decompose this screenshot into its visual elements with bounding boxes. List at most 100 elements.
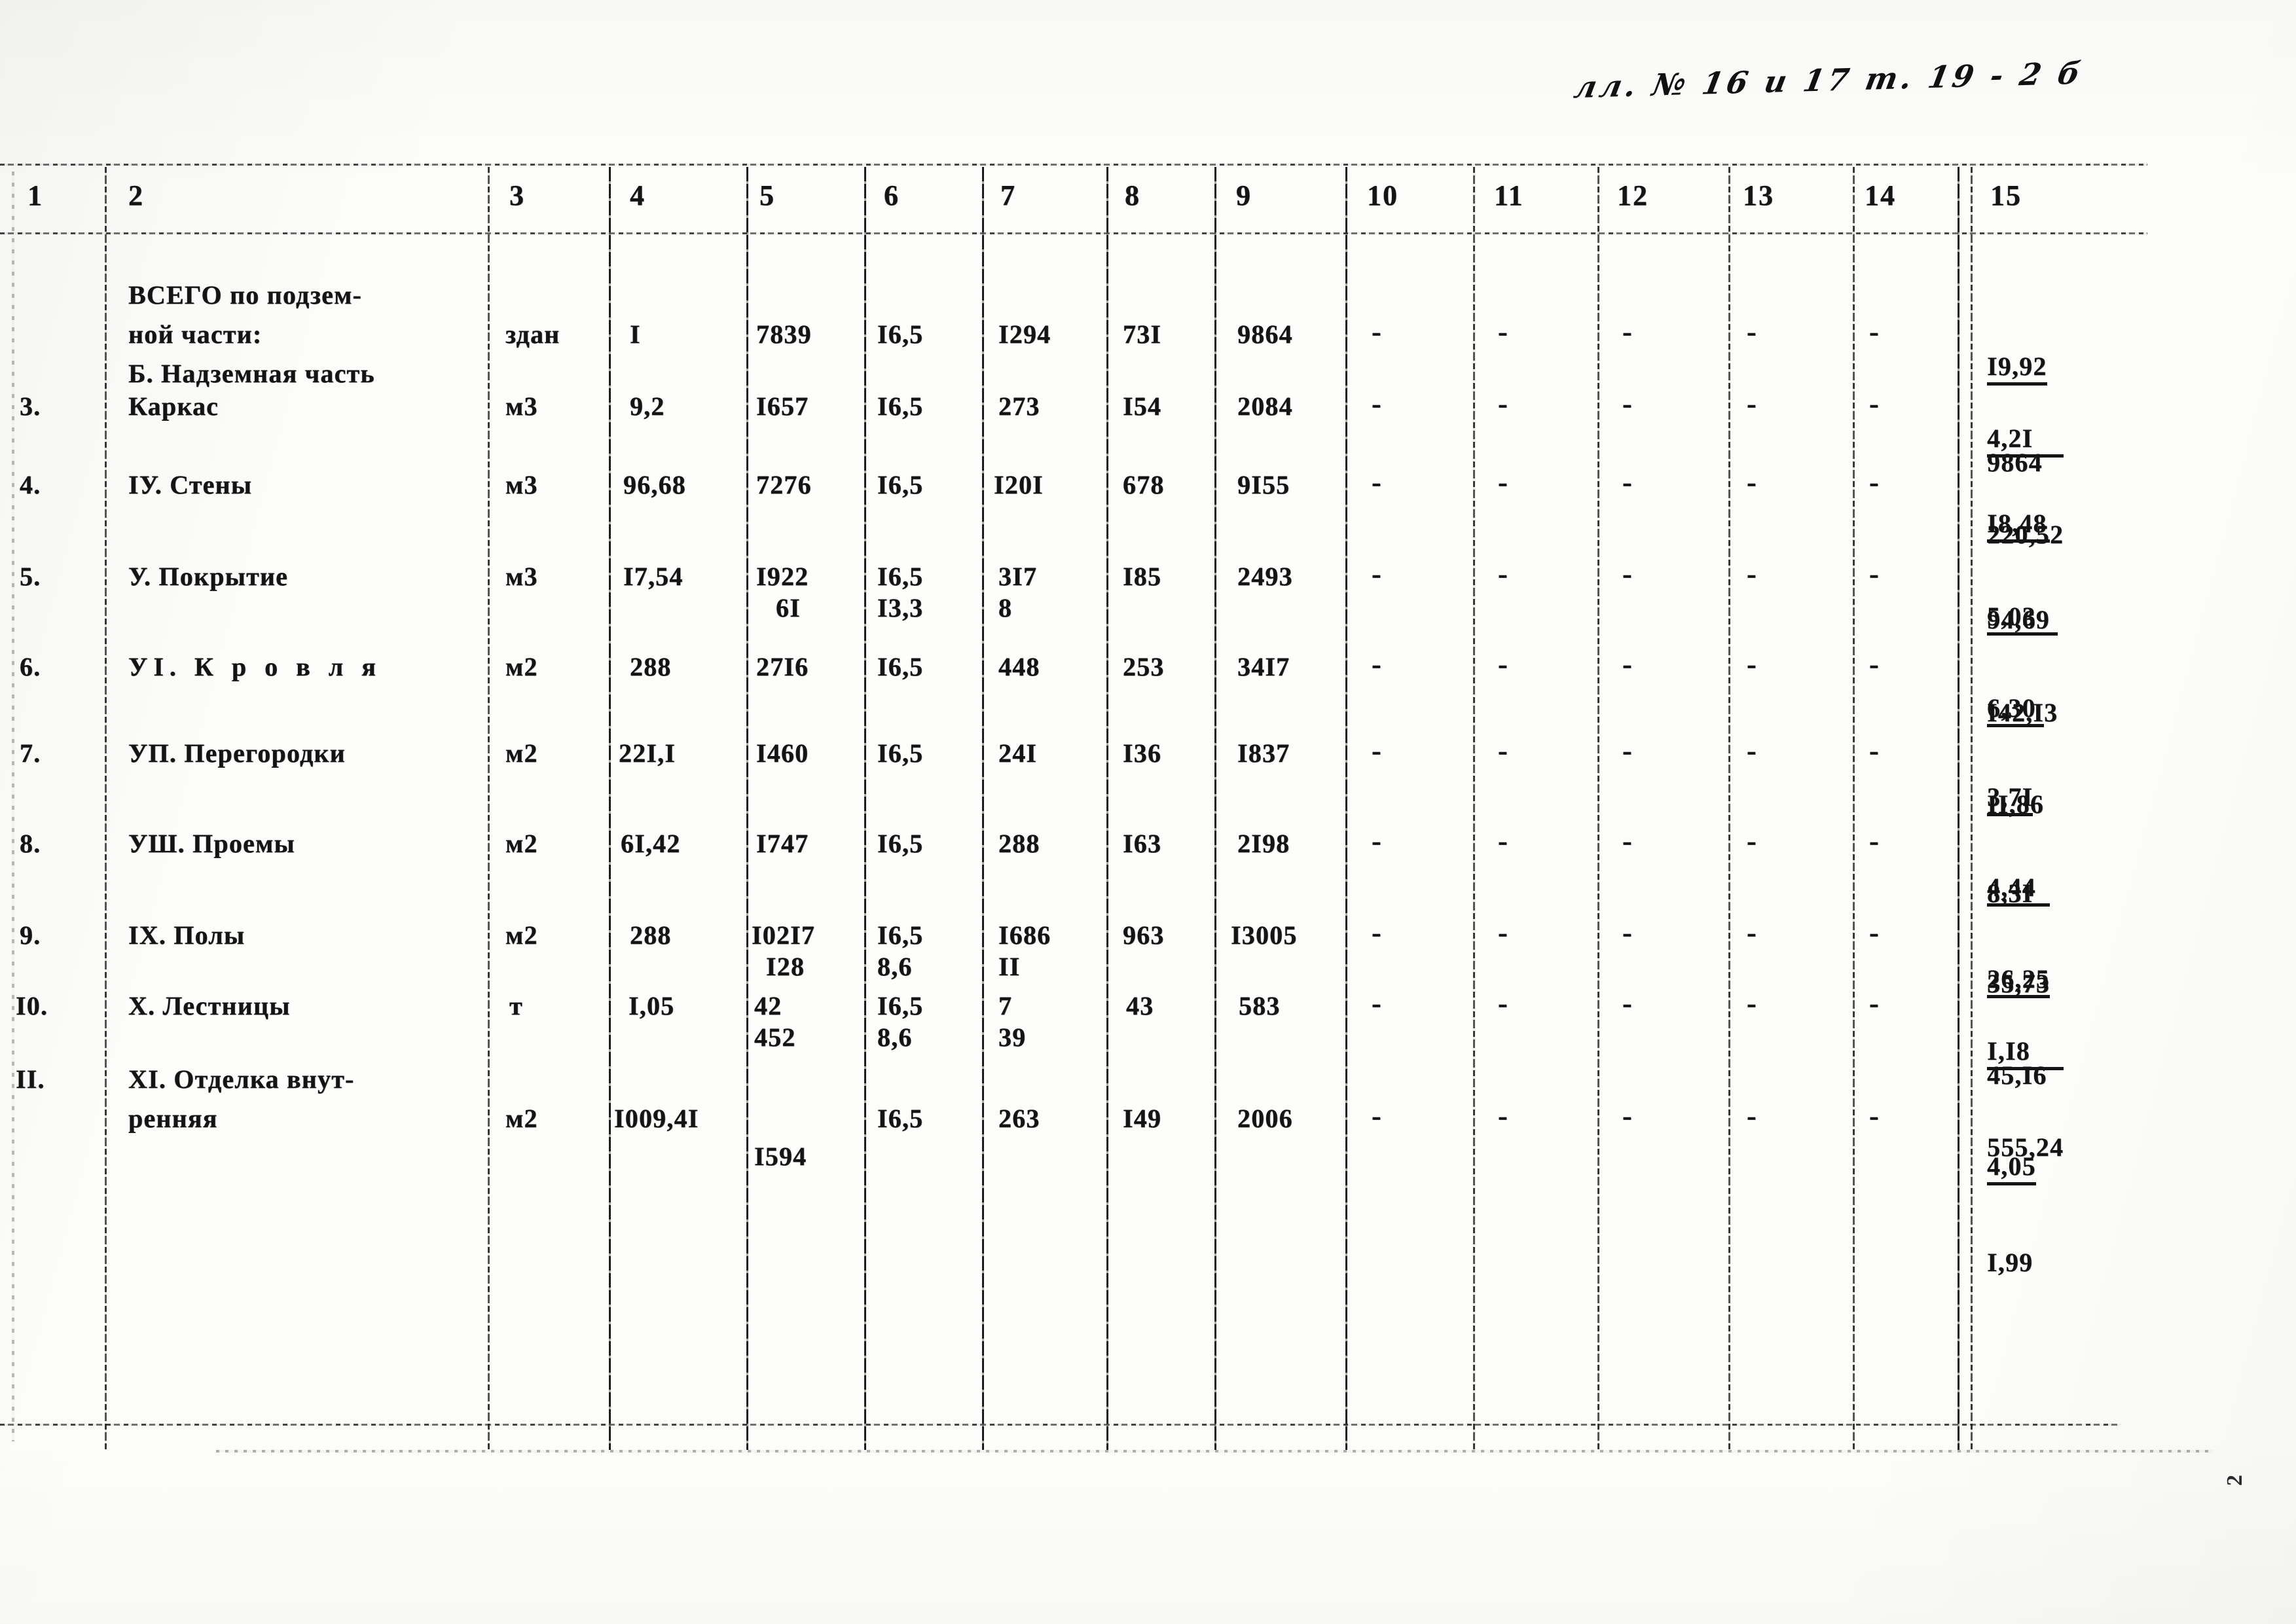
table-cell-c4: 6I,42 <box>621 829 681 858</box>
table-cell-c6: I6,5 <box>877 391 924 421</box>
header-bottom-rule <box>0 232 2147 234</box>
table-cell-c7-sub: 39 <box>998 1022 1027 1052</box>
table-cell-c13: - <box>1747 648 1757 680</box>
c15-numerator: 4,05 <box>1987 1151 2036 1185</box>
table-cell-c6: I6,5 <box>877 470 924 499</box>
table-cell-c9: I837 <box>1237 738 1290 768</box>
table-row-number: 5. <box>20 562 41 591</box>
table-cell-c11: - <box>1498 388 1508 420</box>
column-rule-2 <box>488 167 490 1450</box>
table-row-number: 9. <box>20 920 41 950</box>
table-row-name: УП. Перегородки <box>128 738 346 768</box>
table-cell-c5: I460 <box>756 738 809 768</box>
table-cell-c4: 96,68 <box>623 470 686 499</box>
table-cell-c6: I6,5 <box>877 991 924 1020</box>
table-top-rule <box>0 164 2147 166</box>
table-cell-c5: I747 <box>756 829 809 858</box>
table-row-number: 6. <box>20 652 41 681</box>
c15-numerator: 3,7I <box>1987 782 2033 816</box>
table-cell-c14: - <box>1869 316 1880 348</box>
column-rule-9 <box>1345 167 1347 1450</box>
table-cell-c12: - <box>1622 648 1633 680</box>
table-cell-c4: I,05 <box>629 991 675 1020</box>
c15-numerator: 4,44 <box>1987 873 2050 907</box>
table-cell-c10: - <box>1372 316 1382 348</box>
table-cell-c13: - <box>1747 734 1757 767</box>
table-row-name: УI. К р о в л я <box>128 652 382 681</box>
column-rule-11 <box>1597 167 1599 1450</box>
col-header-2: 2 <box>128 179 144 211</box>
table-cell-c12: - <box>1622 316 1633 348</box>
table-row-number: I0. <box>16 991 48 1020</box>
col-header-14: 14 <box>1865 179 1896 211</box>
table-cell-c9: 9864 <box>1237 319 1293 349</box>
table-cell-c4: 288 <box>630 652 672 681</box>
table-row-name: IУ. Стены <box>128 470 253 499</box>
column-rule-4 <box>746 167 748 1450</box>
table-cell-unit: здан <box>505 319 560 349</box>
table-cell-c8: I49 <box>1123 1104 1162 1133</box>
table-cell-c7: 288 <box>998 829 1040 858</box>
col-header-15: 15 <box>1990 179 2022 211</box>
table-row-name: IХ. Полы <box>128 920 246 950</box>
table-row-name-line1: ХI. Отделка внут- <box>128 1064 355 1094</box>
table-cell-c8: 963 <box>1123 920 1165 950</box>
table-row-name: Х. Лестницы <box>128 991 291 1020</box>
col-header-13: 13 <box>1743 179 1774 211</box>
table-cell-c9: 34I7 <box>1237 652 1290 681</box>
table-cell-c4: I <box>630 319 641 349</box>
table-cell-unit: м3 <box>505 391 538 421</box>
column-rule-1 <box>105 167 107 1450</box>
table-cell-c11: - <box>1498 316 1508 348</box>
table-cell-unit: м2 <box>505 738 538 768</box>
table-cell-c7: 24I <box>998 738 1038 768</box>
column-rule-7 <box>1106 167 1108 1450</box>
table-cell-c11: - <box>1498 825 1508 857</box>
table-cell-unit: м3 <box>505 562 538 591</box>
table-cell-c10: - <box>1372 388 1382 420</box>
table-cell-c5-sub: 452 <box>754 1022 796 1052</box>
document-page: лл. № 16 и 17 т. 19 - 2 б 1 2 3 4 5 6 7 … <box>0 0 2296 1624</box>
table-cell-c6-sub: 8,6 <box>877 952 913 981</box>
table-cell-c9: 2006 <box>1237 1104 1293 1133</box>
table-cell-c7: I686 <box>998 920 1051 950</box>
col-header-7: 7 <box>1000 179 1016 211</box>
table-cell-c9: 9I55 <box>1237 470 1290 499</box>
column-rule-6 <box>982 167 984 1450</box>
col-header-12: 12 <box>1617 179 1649 211</box>
table-row-name-line2: ной части: <box>128 319 263 349</box>
table-cell-c13: - <box>1747 316 1757 348</box>
table-bottom-rule <box>0 1424 2121 1426</box>
table-row-number: 7. <box>20 738 41 768</box>
table-cell-c10: - <box>1372 987 1382 1019</box>
table-cell-c12: - <box>1622 734 1633 767</box>
table-row-number: 3. <box>20 391 41 421</box>
table-cell-c8: I85 <box>1123 562 1162 591</box>
table-cell-c11: - <box>1498 648 1508 680</box>
col-header-1: 1 <box>27 179 43 211</box>
table-cell-c14: - <box>1869 388 1880 420</box>
table-cell-c13: - <box>1747 916 1757 948</box>
table-cell-c14: - <box>1869 558 1880 590</box>
table-cell-c10: - <box>1372 558 1382 590</box>
table-cell-c13: - <box>1747 466 1757 498</box>
table-cell-c11: - <box>1498 916 1508 948</box>
table-cell-c11: - <box>1498 987 1508 1019</box>
table-cell-c13: - <box>1747 1100 1757 1132</box>
table-cell-c12: - <box>1622 1100 1633 1132</box>
cost-estimate-table: 1 2 3 4 5 6 7 8 9 10 11 12 13 14 15 ВСЕГ… <box>0 164 2296 1450</box>
table-cell-c6: I6,5 <box>877 738 924 768</box>
c15-numerator: I8,48 <box>1987 509 2050 543</box>
table-cell-c9: I3005 <box>1231 920 1298 950</box>
table-cell-c13: - <box>1747 825 1757 857</box>
table-cell-c12: - <box>1622 987 1633 1019</box>
table-cell-c6: I6,5 <box>877 1104 924 1133</box>
page-number-marker: 2 <box>2223 1473 2247 1486</box>
table-cell-c15: 4,05 I,99 <box>1987 1091 2036 1338</box>
table-cell-c5: 27I6 <box>756 652 809 681</box>
table-cell-c12: - <box>1622 466 1633 498</box>
col-header-9: 9 <box>1236 179 1252 211</box>
table-cell-c7: 263 <box>998 1104 1040 1133</box>
table-cell-c4: 288 <box>630 920 672 950</box>
table-cell-c9: 2084 <box>1237 391 1293 421</box>
